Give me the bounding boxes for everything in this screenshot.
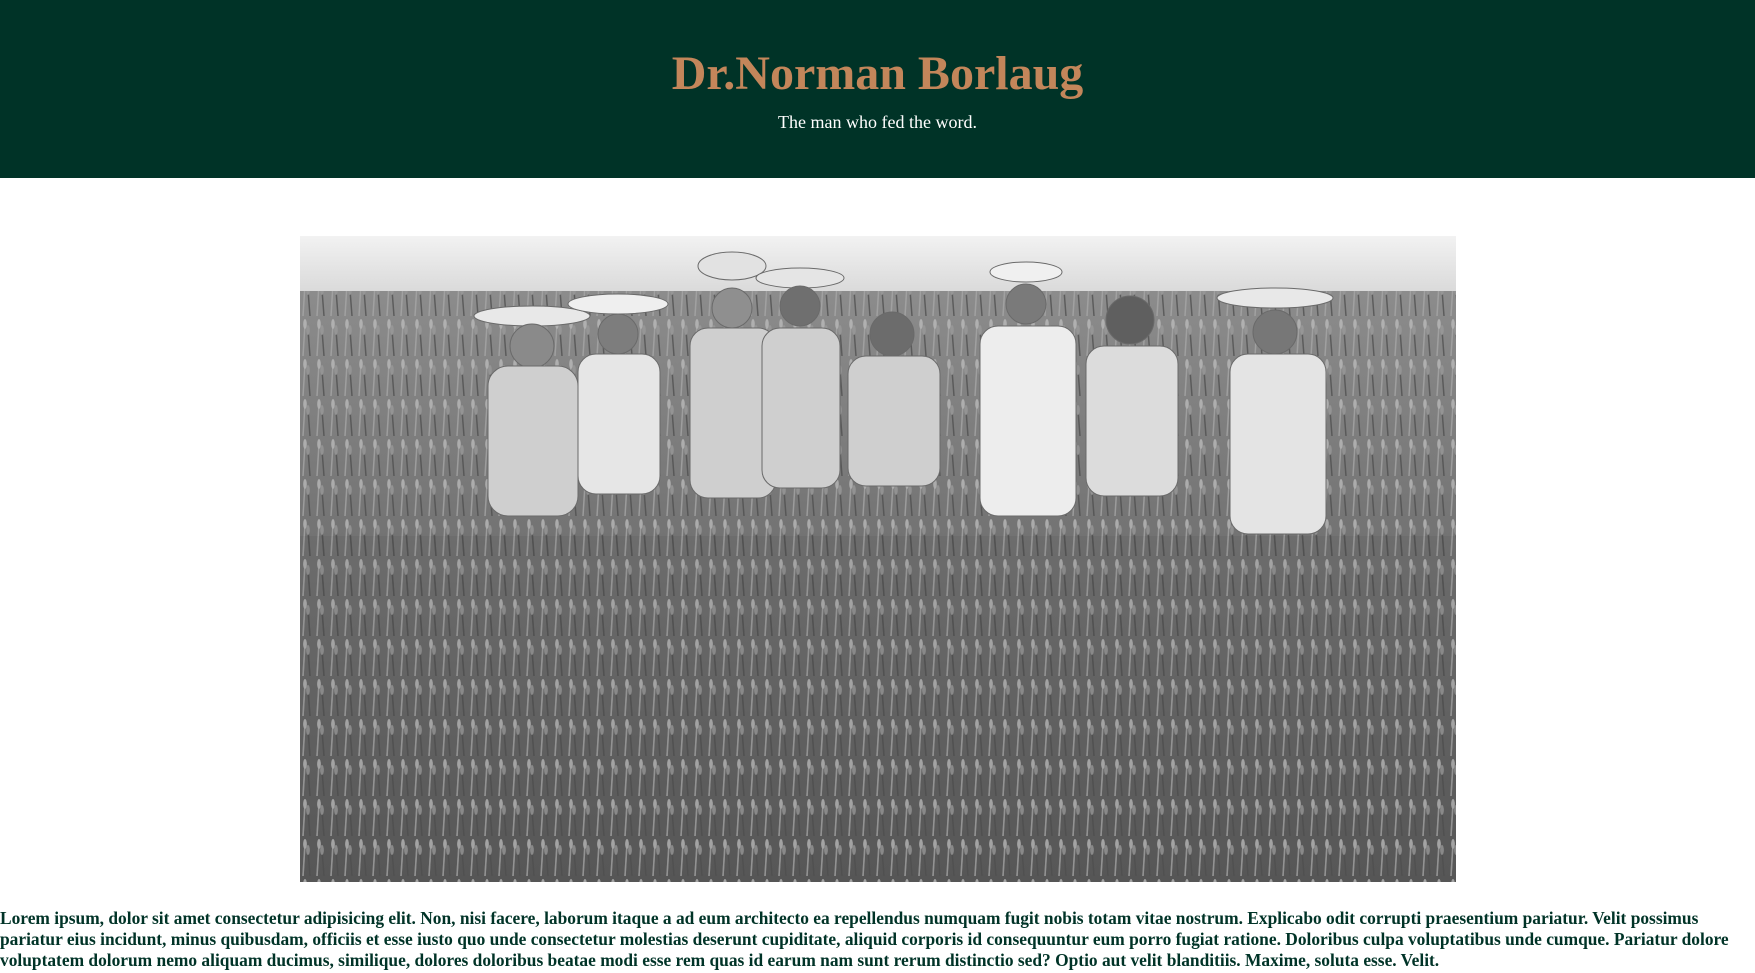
page-header: Dr.Norman Borlaug The man who fed the wo… [0, 0, 1755, 178]
page-subtitle: The man who fed the word. [778, 112, 977, 132]
hero-photo [300, 236, 1456, 882]
wheat-field-group-photo-icon [300, 236, 1456, 882]
page-title: Dr.Norman Borlaug [671, 47, 1084, 100]
body-paragraph: Lorem ipsum, dolor sit amet consectetur … [0, 908, 1729, 970]
